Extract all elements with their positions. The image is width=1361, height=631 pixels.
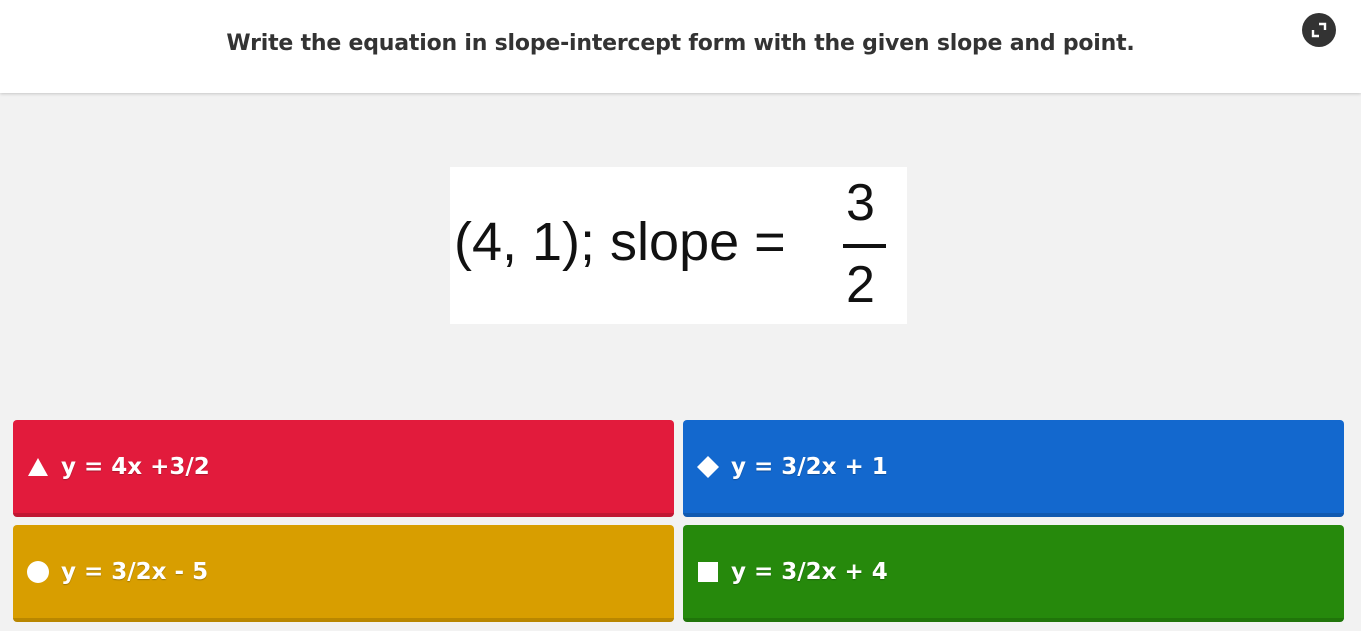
answer-label: y = 3/2x + 1 [731, 453, 888, 480]
answer-label: y = 3/2x - 5 [61, 558, 209, 585]
circle-icon [27, 560, 49, 583]
answer-option-1[interactable]: y = 4x +3/2 [13, 420, 674, 517]
answer-label: y = 4x +3/2 [61, 453, 210, 480]
fraction-denominator: 2 [846, 256, 875, 314]
question-text: Write the equation in slope-intercept fo… [226, 31, 1135, 56]
fullscreen-button[interactable] [1302, 13, 1336, 47]
equation-text: (4, 1); slope = [454, 212, 786, 272]
fullscreen-icon [1311, 22, 1327, 38]
question-header: Write the equation in slope-intercept fo… [0, 0, 1361, 93]
diamond-icon [697, 455, 719, 478]
triangle-icon [27, 456, 49, 478]
answer-label: y = 3/2x + 4 [731, 558, 888, 585]
fraction-bar [843, 244, 886, 248]
square-icon [697, 561, 719, 583]
answer-option-3[interactable]: y = 3/2x - 5 [13, 525, 674, 622]
answer-option-2[interactable]: y = 3/2x + 1 [683, 420, 1344, 517]
fraction-numerator: 3 [846, 174, 875, 232]
answer-option-4[interactable]: y = 3/2x + 4 [683, 525, 1344, 622]
